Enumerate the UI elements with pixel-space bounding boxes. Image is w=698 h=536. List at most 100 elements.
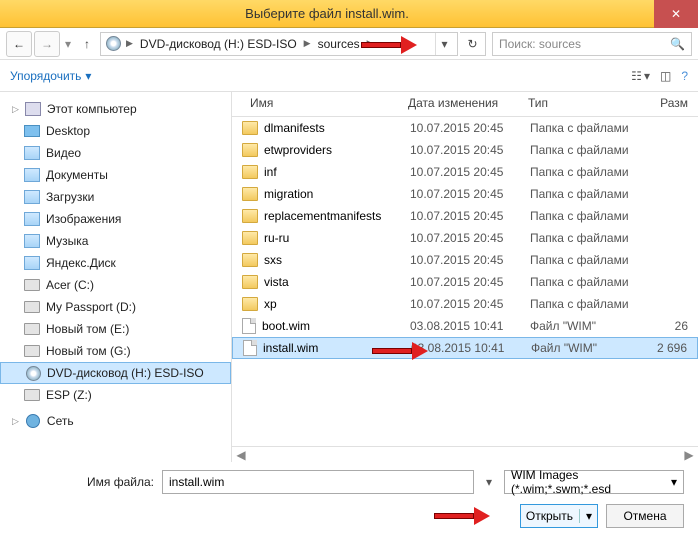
lib-icon bbox=[24, 211, 40, 227]
file-type: Папка с файлами bbox=[530, 209, 650, 223]
folder-icon bbox=[242, 231, 258, 245]
folder-row[interactable]: xp10.07.2015 20:45Папка с файлами bbox=[232, 293, 698, 315]
sidebar-label: DVD-дисковод (H:) ESD-ISO bbox=[47, 366, 204, 380]
sidebar-label: Документы bbox=[46, 168, 108, 182]
open-button[interactable]: Открыть ▾ bbox=[520, 504, 598, 528]
file-type: Папка с файлами bbox=[530, 275, 650, 289]
arrow-left-icon: ← bbox=[13, 37, 25, 51]
chevron-down-icon: ▾ bbox=[65, 37, 71, 51]
sidebar-this-pc[interactable]: ▷ Этот компьютер bbox=[0, 98, 231, 120]
folder-row[interactable]: replacementmanifests 10.07.2015 20:45Папк… bbox=[232, 205, 698, 227]
chevron-right-icon: ▶ bbox=[301, 38, 314, 49]
sidebar-network[interactable]: ▷ Сеть bbox=[0, 410, 231, 432]
file-type: Папка с файлами bbox=[530, 253, 650, 267]
preview-pane-button[interactable]: ◫ bbox=[660, 69, 671, 83]
disc-icon bbox=[105, 36, 121, 52]
sidebar-item[interactable]: Acer (C:) bbox=[0, 274, 231, 296]
refresh-icon: ↻ bbox=[467, 37, 477, 51]
file-name: boot.wim bbox=[262, 319, 310, 333]
filename-input[interactable] bbox=[162, 470, 474, 494]
folder-row[interactable]: migration10.07.2015 20:45Папка с файлами bbox=[232, 183, 698, 205]
file-name: install.wim bbox=[263, 341, 318, 355]
file-icon bbox=[243, 340, 257, 356]
file-type: Папка с файлами bbox=[530, 231, 650, 245]
help-button[interactable]: ? bbox=[681, 69, 688, 83]
sidebar-label: Изображения bbox=[46, 212, 121, 226]
breadcrumb-item[interactable]: sources bbox=[316, 37, 362, 51]
scroll-left-icon[interactable]: ◀ bbox=[234, 448, 248, 462]
file-list[interactable]: dlmanifests10.07.2015 20:45Папка с файла… bbox=[232, 117, 698, 446]
file-name: replacementmanifests bbox=[264, 209, 381, 223]
file-date: 10.07.2015 20:45 bbox=[410, 165, 530, 179]
file-type-filter[interactable]: WIM Images (*.wim;*.swm;*.esd ▾ bbox=[504, 470, 684, 494]
column-name[interactable]: Имя bbox=[232, 96, 400, 110]
toolbar: Упорядочить ▾ ☷▾ ◫ ? bbox=[0, 60, 698, 92]
organize-menu[interactable]: Упорядочить ▾ bbox=[10, 69, 91, 83]
filename-dropdown[interactable]: ▾ bbox=[482, 475, 496, 489]
scroll-right-icon[interactable]: ▶ bbox=[682, 448, 696, 462]
file-pane: Имя Дата изменения Тип Разм dlmanifests1… bbox=[232, 92, 698, 462]
sidebar-item[interactable]: ESP (Z:) bbox=[0, 384, 231, 406]
file-type: Файл "WIM" bbox=[530, 319, 650, 333]
column-size[interactable]: Разм bbox=[640, 96, 698, 110]
breadcrumb-dropdown[interactable]: ▾ bbox=[435, 33, 453, 55]
sidebar-item[interactable]: Яндекс.Диск bbox=[0, 252, 231, 274]
file-row[interactable]: boot.wim03.08.2015 10:41Файл "WIM"26 bbox=[232, 315, 698, 337]
organize-label: Упорядочить bbox=[10, 69, 81, 83]
column-type[interactable]: Тип bbox=[520, 96, 640, 110]
filename-label: Имя файла: bbox=[14, 475, 154, 489]
close-button[interactable]: ✕ bbox=[654, 0, 698, 28]
title-bar: Выберите файл install.wim. ✕ bbox=[0, 0, 698, 28]
sidebar-item[interactable]: Новый том (E:) bbox=[0, 318, 231, 340]
file-date: 10.07.2015 20:45 bbox=[410, 209, 530, 223]
file-type: Папка с файлами bbox=[530, 297, 650, 311]
column-headers[interactable]: Имя Дата изменения Тип Разм bbox=[232, 92, 698, 117]
refresh-button[interactable]: ↻ bbox=[460, 32, 486, 56]
horizontal-scrollbar[interactable]: ◀ ▶ bbox=[232, 446, 698, 462]
forward-button[interactable]: → bbox=[34, 31, 60, 57]
up-button[interactable]: ↑ bbox=[76, 33, 98, 55]
folder-row[interactable]: vista10.07.2015 20:45Папка с файлами bbox=[232, 271, 698, 293]
main-area: ▷ Этот компьютер Desktop Видео Документы За… bbox=[0, 92, 698, 462]
file-name: migration bbox=[264, 187, 313, 201]
lib-icon bbox=[24, 233, 40, 249]
sidebar-item[interactable]: DVD-дисковод (H:) ESD-ISO bbox=[0, 362, 231, 384]
file-date: 10.07.2015 20:45 bbox=[410, 253, 530, 267]
sidebar-item[interactable]: My Passport (D:) bbox=[0, 296, 231, 318]
folder-row[interactable]: ru-ru10.07.2015 20:45Папка с файлами bbox=[232, 227, 698, 249]
column-date[interactable]: Дата изменения bbox=[400, 96, 520, 110]
folder-row[interactable]: dlmanifests10.07.2015 20:45Папка с файла… bbox=[232, 117, 698, 139]
drive-icon bbox=[24, 321, 40, 337]
history-dropdown[interactable]: ▾ bbox=[62, 37, 74, 51]
sidebar-item[interactable]: Загрузки bbox=[0, 186, 231, 208]
annotation-arrow bbox=[434, 507, 490, 525]
disc-icon bbox=[25, 365, 41, 381]
navigation-sidebar[interactable]: ▷ Этот компьютер Desktop Видео Документы За… bbox=[0, 92, 232, 462]
folder-row[interactable]: etwproviders10.07.2015 20:45Папка с файл… bbox=[232, 139, 698, 161]
folder-row[interactable]: sxs10.07.2015 20:45Папка с файлами bbox=[232, 249, 698, 271]
network-icon bbox=[25, 413, 41, 429]
lib-icon bbox=[24, 167, 40, 183]
search-input[interactable]: Поиск: sources 🔍 bbox=[492, 32, 692, 56]
sidebar-item[interactable]: Музыка bbox=[0, 230, 231, 252]
folder-icon bbox=[242, 209, 258, 223]
view-options-button[interactable]: ☷▾ bbox=[631, 69, 650, 83]
sidebar-item[interactable]: Видео bbox=[0, 142, 231, 164]
file-date: 10.07.2015 20:45 bbox=[410, 121, 530, 135]
drive-icon bbox=[24, 277, 40, 293]
folder-row[interactable]: inf10.07.2015 20:45Папка с файлами bbox=[232, 161, 698, 183]
sidebar-item[interactable]: Изображения bbox=[0, 208, 231, 230]
breadcrumb-item[interactable]: DVD-дисковод (H:) ESD-ISO bbox=[138, 37, 299, 51]
file-row[interactable]: install.wim03.08.2015 10:41Файл "WIM"2 6… bbox=[232, 337, 698, 359]
filter-label: WIM Images (*.wim;*.swm;*.esd bbox=[511, 468, 671, 496]
bottom-panel: Имя файла: ▾ WIM Images (*.wim;*.swm;*.e… bbox=[0, 462, 698, 536]
sidebar-item[interactable]: Документы bbox=[0, 164, 231, 186]
cancel-button[interactable]: Отмена bbox=[606, 504, 684, 528]
split-dropdown-icon[interactable]: ▾ bbox=[579, 509, 592, 523]
back-button[interactable]: ← bbox=[6, 31, 32, 57]
sidebar-label: ESP (Z:) bbox=[46, 388, 92, 402]
breadcrumb[interactable]: ▶ DVD-дисковод (H:) ESD-ISO ▶ sources ▶ … bbox=[100, 32, 458, 56]
sidebar-label: Видео bbox=[46, 146, 81, 160]
sidebar-item[interactable]: Новый том (G:) bbox=[0, 340, 231, 362]
sidebar-item[interactable]: Desktop bbox=[0, 120, 231, 142]
